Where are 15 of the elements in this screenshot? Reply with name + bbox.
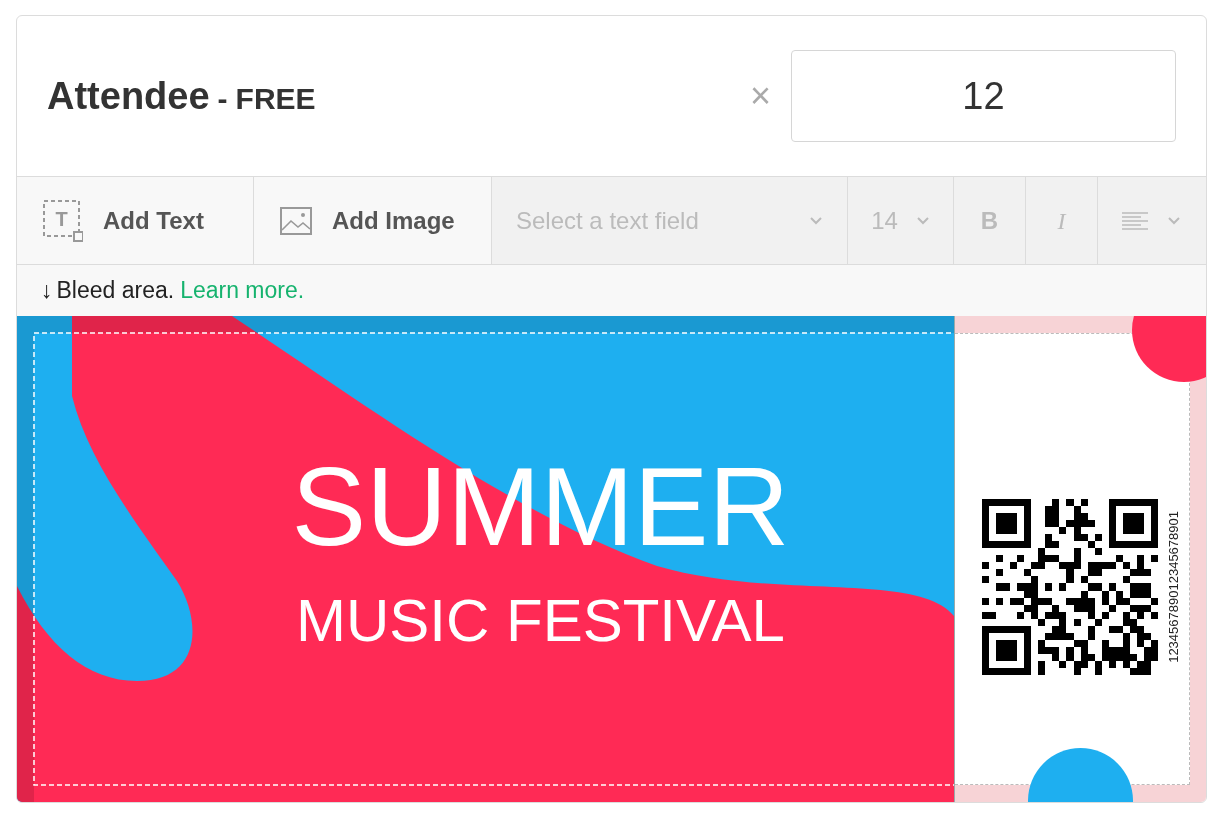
- image-icon: [280, 206, 312, 235]
- separator-dash: -: [217, 80, 228, 117]
- chevron-down-icon: [809, 216, 823, 226]
- align-left-icon: [1121, 210, 1149, 231]
- bleed-area-label: Bleed area.: [56, 276, 175, 306]
- code-number: 123456789012345678901: [1165, 511, 1182, 663]
- ticket-type-name: Attendee: [47, 73, 210, 119]
- chevron-down-icon: [915, 216, 930, 226]
- chevron-down-icon: [1167, 216, 1181, 226]
- quantity-field[interactable]: 12: [791, 50, 1176, 143]
- ticket-price: FREE: [235, 80, 316, 117]
- close-button[interactable]: ×: [749, 78, 771, 115]
- learn-more-link[interactable]: Learn more.: [180, 273, 305, 308]
- ticket-subtitle: MUSIC FESTIVAL: [296, 591, 785, 651]
- down-arrow: ↓: [41, 276, 53, 306]
